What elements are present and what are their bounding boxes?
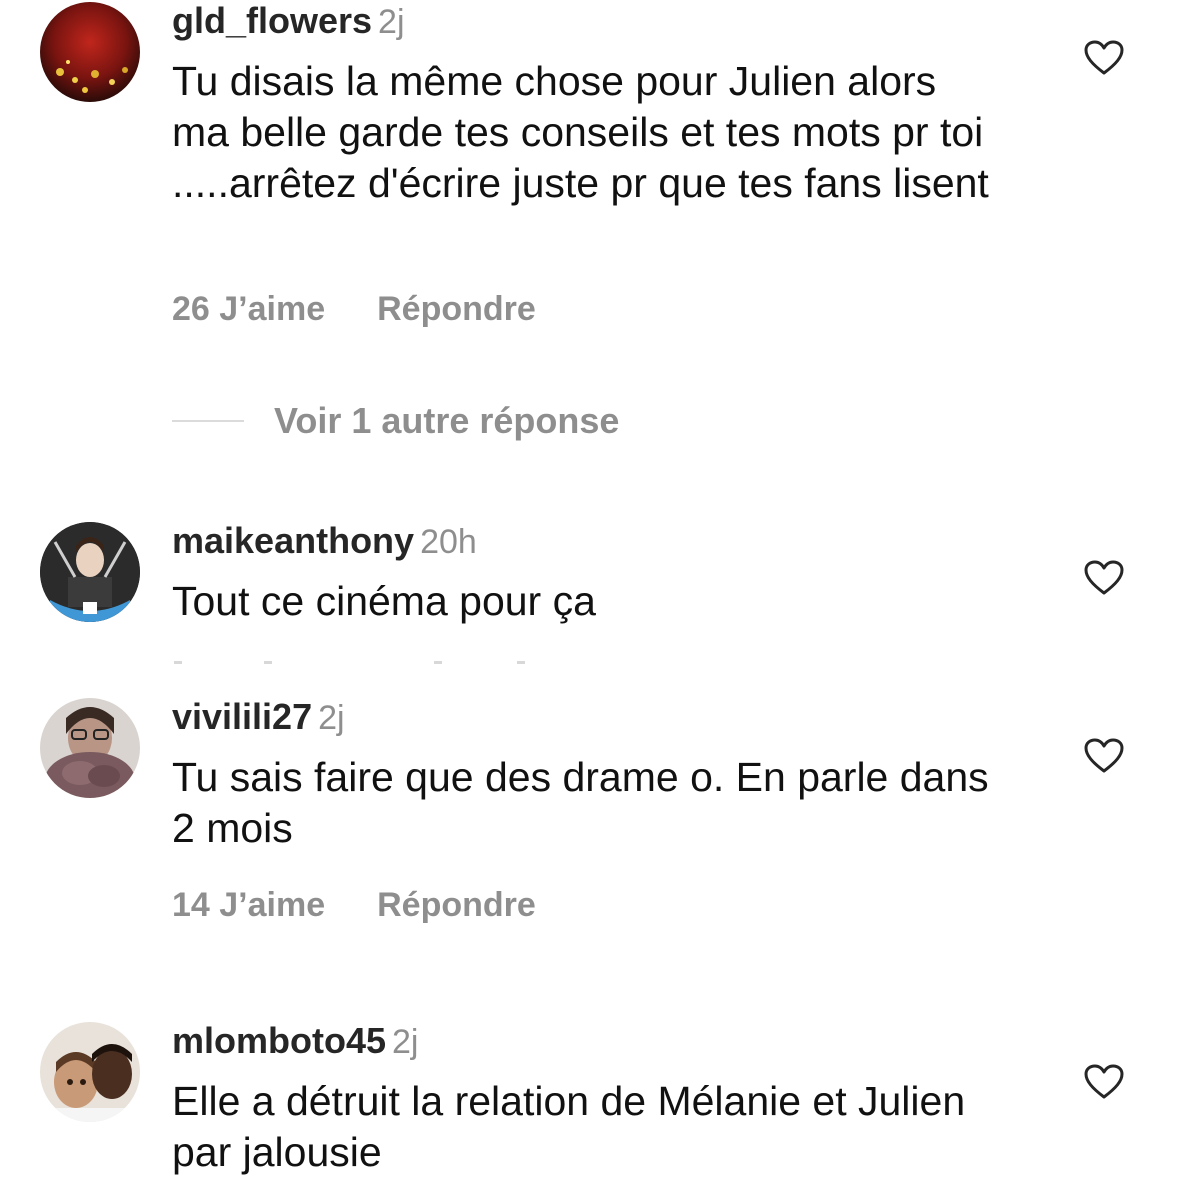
avatar[interactable] [40, 1022, 140, 1122]
comment-time: 2j [318, 699, 345, 737]
comment-header: vivilili27 2j [172, 696, 345, 738]
comment-actions: 14 J’aime Répondre [172, 886, 536, 925]
comment-text: Elle a détruit la relation de Mélanie et… [172, 1078, 966, 1175]
reply-button[interactable]: Répondre [377, 886, 536, 924]
heart-icon[interactable] [1084, 560, 1124, 596]
avatar[interactable] [40, 522, 140, 622]
like-count[interactable]: 26 J’aime [172, 290, 325, 328]
divider-line [172, 420, 244, 422]
comment-text: Tu sais faire que des drame o. En parle … [172, 754, 989, 851]
comment-time: 20h [420, 523, 477, 561]
username[interactable]: vivilili27 [172, 696, 312, 737]
view-more-replies[interactable]: Voir 1 autre réponse [172, 400, 619, 450]
avatar-image [40, 522, 140, 622]
comment-header: mlomboto45 2j [172, 1020, 418, 1062]
heart-icon[interactable] [1084, 738, 1124, 774]
cropped-text-artifact [172, 652, 532, 664]
avatar-image [40, 1022, 140, 1122]
comment-text: Tu disais la même chose pour Julien alor… [172, 58, 989, 206]
reply-button[interactable]: Répondre [377, 290, 536, 328]
avatar-image [40, 2, 140, 102]
comment-text: Tout ce cinéma pour ça [172, 578, 596, 624]
username[interactable]: mlomboto45 [172, 1020, 386, 1061]
avatar[interactable] [40, 698, 140, 798]
comment-header: maikeanthony 20h [172, 520, 477, 562]
view-more-label[interactable]: Voir 1 autre réponse [274, 400, 619, 441]
comment-actions: 26 J’aime Répondre [172, 290, 536, 329]
username[interactable]: gld_flowers [172, 0, 372, 41]
avatar-image [40, 698, 140, 798]
comment-header: gld_flowers 2j [172, 0, 405, 42]
like-count[interactable]: 14 J’aime [172, 886, 325, 924]
heart-icon[interactable] [1084, 1064, 1124, 1100]
heart-icon[interactable] [1084, 40, 1124, 76]
comment-time: 2j [378, 3, 405, 41]
username[interactable]: maikeanthony [172, 520, 414, 561]
avatar[interactable] [40, 2, 140, 102]
comment-time: 2j [392, 1023, 419, 1061]
